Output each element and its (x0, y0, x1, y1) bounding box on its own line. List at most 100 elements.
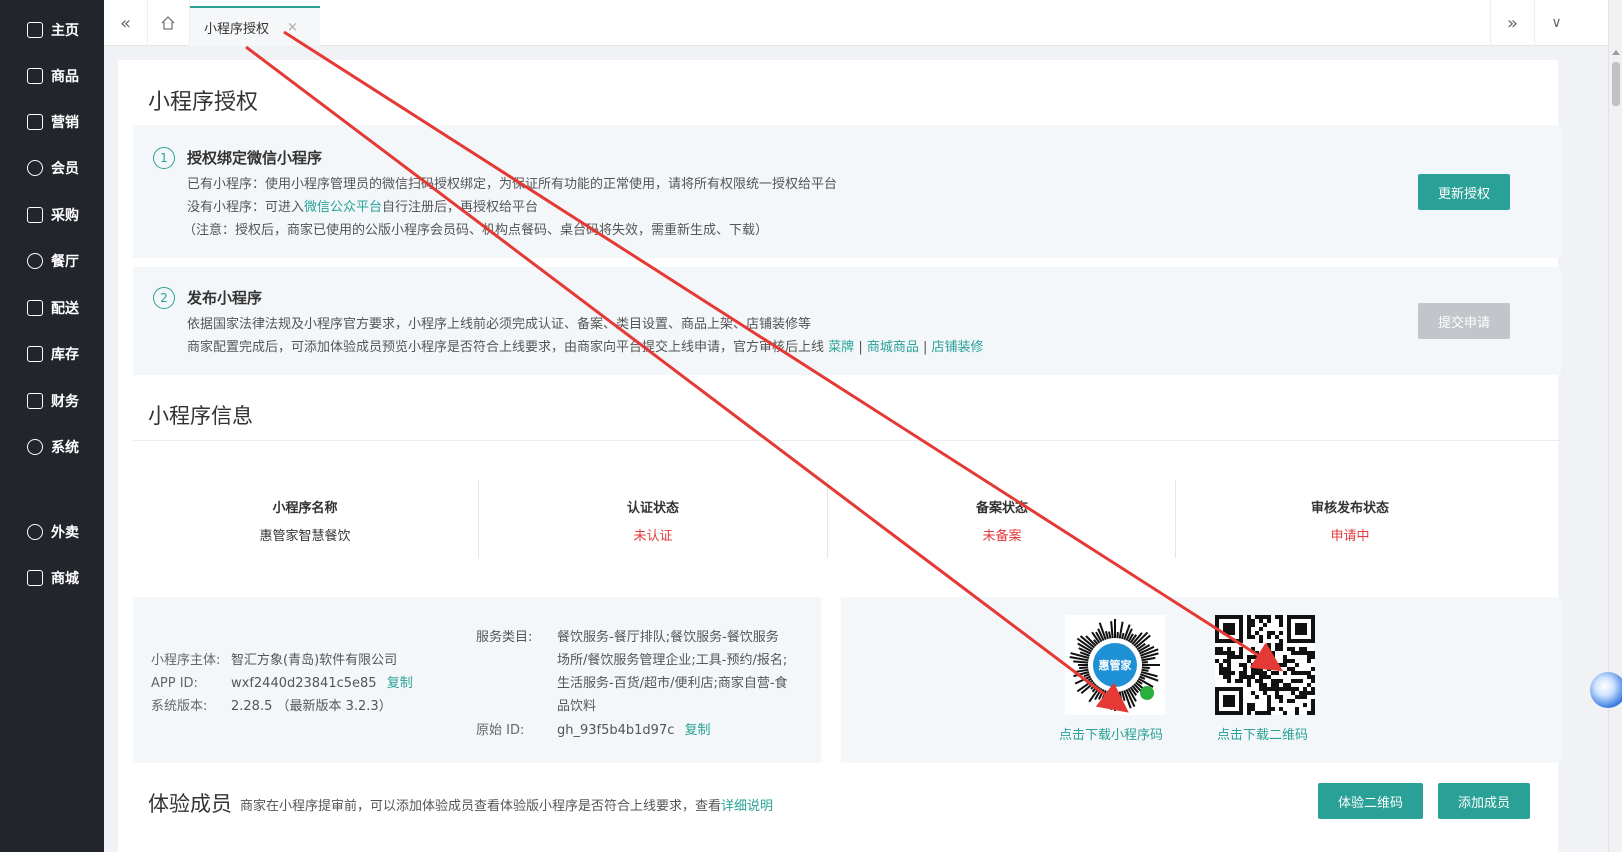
wechat-platform-link[interactable]: 微信公众平台 (304, 200, 382, 215)
detail-key: 原始 ID: (476, 723, 525, 738)
detail-value: wxf2440d23841c5e85 (231, 676, 377, 691)
info-section-title: 小程序信息 (148, 404, 253, 428)
separator: | (923, 340, 928, 355)
close-icon[interactable]: × (287, 20, 298, 35)
tabs-next-button[interactable]: » (1490, 0, 1534, 46)
tab-miniprogram-auth[interactable]: 小程序授权 × (190, 6, 320, 46)
step-title: 发布小程序 (187, 289, 263, 307)
shop-icon (27, 570, 43, 586)
store-decoration-link[interactable]: 店铺装修 (932, 340, 984, 355)
scroll-up-icon[interactable] (1612, 50, 1620, 55)
qr-panel: 惠管家 点击下载小程序码 点击下载二维码 (841, 597, 1561, 763)
bike-icon (27, 524, 43, 540)
detail-origin-id: 原始 ID: gh_93f5b4b1d97c 复制 (476, 719, 711, 738)
sidebar-item-marketing[interactable]: 营销 (0, 107, 104, 137)
sidebar-item-restaurant[interactable]: 餐厅 (0, 246, 104, 276)
mall-goods-link[interactable]: 商城商品 (867, 340, 919, 355)
sidebar-item-label: 财务 (51, 394, 79, 410)
step-number-badge: 2 (153, 287, 175, 309)
details-link[interactable]: 详细说明 (721, 799, 773, 814)
sidebar-item-label: 主页 (51, 23, 79, 39)
step-title: 授权绑定微信小程序 (187, 149, 323, 167)
step-number-badge: 1 (153, 147, 175, 169)
members-desc-text: 商家在小程序提审前，可以添加体验成员查看体验版小程序是否符合上线要求，查看 (240, 799, 722, 814)
detail-category-line: 品饮料 (557, 699, 597, 714)
tabs-prev-button[interactable]: « (104, 0, 148, 46)
detail-appid: APP ID: wxf2440d23841c5e85 复制 (151, 672, 413, 691)
detail-version: 系统版本: 2.28.5 （最新版本 3.2.3） (151, 695, 392, 714)
tab-label: 小程序授权 (204, 21, 270, 37)
sidebar-item-label: 库存 (51, 347, 79, 363)
step-line: 依据国家法律法规及小程序官方要求，小程序上线前必须完成认证、备案、类目设置、商品… (187, 317, 812, 332)
folder-icon (27, 346, 43, 362)
step-note: （注意：授权后，商家已使用的公版小程序会员码、机构点餐码、桌台码将失效，需重新生… (183, 223, 769, 238)
sidebar-item-takeout[interactable]: 外卖 (0, 517, 104, 547)
store-icon (27, 300, 43, 316)
update-auth-button[interactable]: 更新授权 (1418, 174, 1510, 210)
box-icon (27, 68, 43, 84)
floating-assistant-icon[interactable] (1590, 672, 1622, 708)
detail-value: 2.28.5 （最新版本 3.2.3） (231, 699, 392, 714)
menu-link[interactable]: 菜牌 (828, 340, 854, 355)
detail-key: 系统版本: (151, 699, 208, 714)
download-qr-link[interactable]: 点击下载二维码 (1217, 724, 1308, 743)
qr-code-image[interactable] (1215, 615, 1315, 715)
sidebar-item-system[interactable]: 系统 (0, 432, 104, 462)
stat-certification: 认证状态 未认证 (478, 497, 828, 544)
cart-icon (27, 207, 43, 223)
sidebar-item-finance[interactable]: 财务 (0, 386, 104, 416)
download-mini-code-link[interactable]: 点击下载小程序码 (1059, 724, 1163, 743)
sidebar-item-label: 外卖 (51, 525, 79, 541)
stat-value: 惠管家智慧餐饮 (259, 529, 351, 544)
copy-origin-id-button[interactable]: 复制 (685, 723, 711, 738)
stat-label: 审核发布状态 (1310, 501, 1389, 516)
home-tab-button[interactable] (146, 0, 190, 46)
members-desc: 商家在小程序提审前，可以添加体验成员查看体验版小程序是否符合上线要求，查看详细说… (240, 795, 773, 814)
sidebar-item-label: 餐厅 (51, 254, 79, 270)
detail-key: 小程序主体: (151, 653, 221, 668)
step-line: 已有小程序：使用小程序管理员的微信扫码授权绑定，为保证所有功能的正常使用，请将所… (187, 177, 838, 192)
wallet-icon (27, 393, 43, 409)
sidebar-item-label: 系统 (51, 440, 79, 456)
detail-category-line: 餐饮服务-餐厅排队;餐饮服务-餐饮服务 (557, 630, 779, 645)
tab-bar: « 小程序授权 × » ∨ (104, 0, 1608, 46)
stat-label: 小程序名称 (272, 501, 338, 516)
mini-program-code-icon: 惠管家 (1069, 619, 1160, 711)
stat-name: 小程序名称 惠管家智慧餐饮 (130, 497, 480, 544)
sidebar-item-goods[interactable]: 商品 (0, 61, 104, 91)
bell-icon (27, 253, 43, 269)
chevron-double-left-icon: « (119, 12, 131, 34)
experience-qr-button[interactable]: 体验二维码 (1318, 783, 1423, 819)
sidebar-item-label: 配送 (51, 301, 79, 317)
detail-subject: 小程序主体: 智汇方象(青岛)软件有限公司 (151, 649, 397, 668)
detail-category-key: 服务类目: (476, 630, 533, 645)
details-panel: 小程序主体: 智汇方象(青岛)软件有限公司 APP ID: wxf2440d2384… (133, 597, 821, 763)
sidebar-item-mall[interactable]: 商城 (0, 563, 104, 593)
mini-program-code-image[interactable]: 惠管家 (1065, 615, 1165, 715)
sidebar-item-delivery[interactable]: 配送 (0, 293, 104, 323)
sidebar-item-label: 采购 (51, 208, 79, 224)
main-card: 小程序授权 1 授权绑定微信小程序 已有小程序：使用小程序管理员的微信扫码授权绑… (118, 60, 1561, 852)
step-text: 没有小程序：可进入 (187, 200, 305, 215)
sidebar-item-purchase[interactable]: 采购 (0, 200, 104, 230)
home-icon (161, 16, 174, 30)
stat-value: 申请中 (1330, 529, 1370, 544)
copy-appid-button[interactable]: 复制 (387, 676, 413, 691)
sidebar-item-inventory[interactable]: 库存 (0, 339, 104, 369)
separator: | (858, 340, 863, 355)
detail-key: APP ID: (151, 676, 198, 691)
step-text: 自行注册后，再授权给平台 (382, 200, 539, 215)
tabs-menu-button[interactable]: ∨ (1534, 0, 1578, 46)
divider (133, 440, 1561, 441)
chevron-down-icon: ∨ (1551, 15, 1562, 31)
stat-value: 未备案 (982, 529, 1022, 544)
sidebar-item-members[interactable]: 会员 (0, 153, 104, 183)
submit-application-button[interactable]: 提交申请 (1418, 303, 1510, 339)
detail-category-line: 生活服务-百货/超市/便利店;商家自营-食 (557, 676, 788, 691)
scroll-thumb[interactable] (1612, 62, 1620, 106)
chart-icon (27, 114, 43, 130)
add-member-button[interactable]: 添加成员 (1438, 783, 1530, 819)
sidebar-item-home[interactable]: 主页 (0, 15, 104, 45)
vertical-scrollbar[interactable] (1608, 0, 1622, 852)
home-icon (27, 22, 43, 38)
